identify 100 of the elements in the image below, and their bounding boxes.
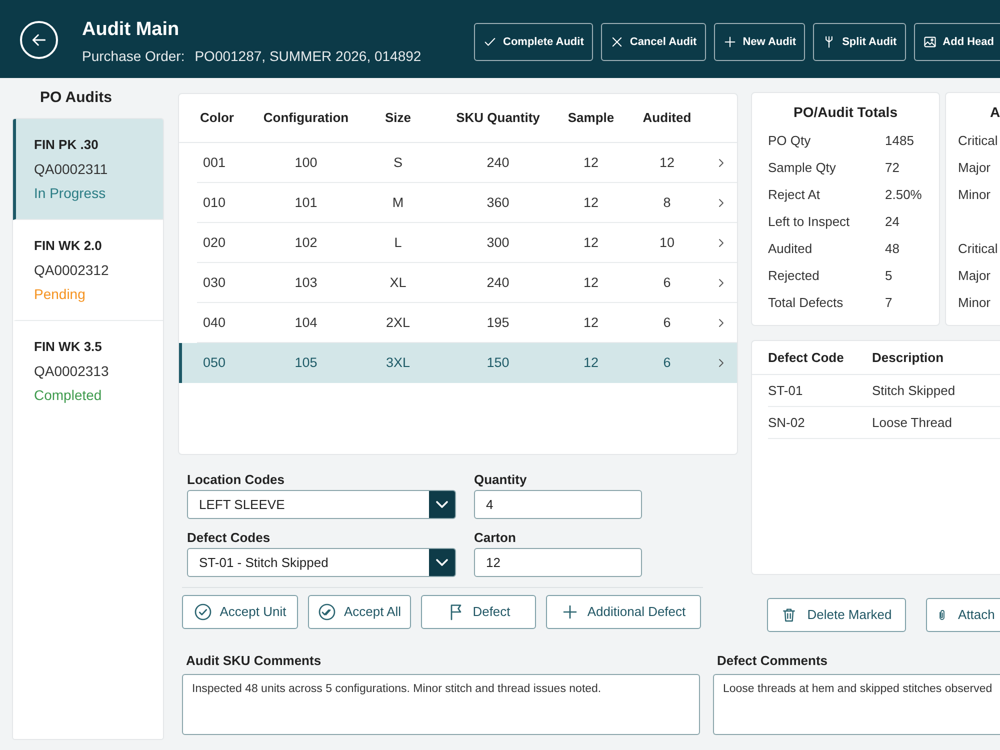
table-cell: 8 bbox=[663, 194, 671, 210]
total-label: Total Defects bbox=[768, 294, 844, 310]
field-label: Defect Codes bbox=[187, 529, 270, 547]
severity-label: Major bbox=[958, 266, 991, 285]
total-value: 1485 bbox=[885, 132, 914, 150]
table-cell: XL bbox=[390, 274, 406, 290]
header-action-button[interactable]: Cancel Audit bbox=[600, 23, 706, 61]
action-button[interactable]: Additional Defect bbox=[546, 595, 701, 629]
table-cell: 2XL bbox=[386, 314, 410, 330]
back-button[interactable] bbox=[20, 21, 58, 59]
audit-name: FIN WK 2.0 bbox=[34, 237, 102, 255]
input-field[interactable]: 4 bbox=[474, 490, 642, 519]
total-label: PO Qty bbox=[768, 132, 811, 148]
trash-icon bbox=[781, 606, 798, 624]
table-cell: 102 bbox=[294, 234, 318, 250]
table-cell: 300 bbox=[486, 234, 510, 250]
severity-label: Critical bbox=[958, 132, 998, 150]
table-cell: S bbox=[393, 154, 402, 170]
audit-number: QA0002313 bbox=[34, 362, 109, 381]
field-label: Quantity bbox=[474, 471, 527, 489]
table-cell: 240 bbox=[486, 154, 510, 170]
table-cell: 12 bbox=[583, 314, 599, 330]
dropdown-field[interactable]: ST-01 - Stitch Skipped bbox=[187, 548, 456, 577]
input-field[interactable]: 12 bbox=[474, 548, 642, 577]
table-cell: ST-01 bbox=[768, 382, 803, 398]
table-cell: SN-02 bbox=[768, 414, 805, 430]
total-value: 24 bbox=[885, 212, 900, 231]
header-action-button[interactable]: Complete Audit bbox=[474, 23, 593, 61]
image-icon bbox=[922, 35, 937, 49]
table-cell: 6 bbox=[663, 274, 671, 290]
table-cell: L bbox=[394, 234, 402, 250]
table-cell: 100 bbox=[294, 154, 318, 170]
audit-list-item[interactable]: FIN PK .30 QA0002311 In Progress bbox=[13, 119, 163, 220]
table-cell: 150 bbox=[486, 355, 510, 370]
table-cell: 001 bbox=[203, 154, 226, 170]
audit-number: QA0002311 bbox=[34, 160, 108, 179]
table-cell: 240 bbox=[486, 274, 510, 290]
action-button[interactable]: Accept Unit bbox=[182, 595, 298, 629]
table-cell: 105 bbox=[294, 355, 318, 370]
column-header: Color bbox=[200, 110, 234, 125]
chevron-down-icon bbox=[429, 549, 455, 576]
field-label: Defect Comments bbox=[716, 653, 828, 669]
header-action-button[interactable]: Add Head bbox=[914, 23, 1000, 61]
field-label: Location Codes bbox=[187, 471, 285, 489]
table-cell: Stitch Skipped bbox=[872, 382, 956, 398]
column-header: Size bbox=[384, 110, 411, 125]
column-header: Configuration bbox=[263, 110, 349, 125]
total-label: Audited bbox=[768, 240, 812, 256]
dropdown-field[interactable]: LEFT SLEEVE bbox=[187, 490, 456, 519]
audit-name: FIN PK .30 bbox=[34, 136, 98, 154]
severity-label: Minor bbox=[958, 294, 991, 312]
table-cell: 040 bbox=[203, 314, 226, 330]
total-label: Sample Qty bbox=[768, 160, 836, 175]
severity-label: Critical bbox=[958, 240, 998, 258]
table-cell: 101 bbox=[294, 194, 318, 210]
table-row[interactable]: 030 103 XL 240 12 6 bbox=[179, 263, 737, 303]
table-cell: 12 bbox=[583, 194, 599, 210]
table-cell: Loose Thread bbox=[872, 414, 952, 430]
field-label: Carton bbox=[474, 529, 516, 547]
column-header: Audited bbox=[642, 110, 692, 125]
table-row[interactable]: 001 100 S 240 12 12 bbox=[179, 143, 737, 183]
header-action-button[interactable]: New Audit bbox=[714, 23, 806, 61]
table-cell: 12 bbox=[659, 154, 675, 170]
action-button[interactable]: Defect bbox=[421, 595, 536, 629]
column-header: SKU Quantity bbox=[456, 110, 540, 125]
page-title: Audit Main bbox=[82, 19, 180, 40]
table-cell: 050 bbox=[203, 355, 226, 370]
table-cell: 12 bbox=[583, 234, 599, 250]
action-button[interactable]: Attach bbox=[926, 598, 1000, 632]
table-row[interactable]: 020 102 L 300 12 10 bbox=[179, 223, 737, 263]
total-label: Rejected bbox=[768, 268, 820, 283]
table-cell: 010 bbox=[203, 194, 226, 210]
header-action-button[interactable]: Split Audit bbox=[813, 23, 906, 61]
table-cell: 10 bbox=[659, 234, 675, 250]
sidebar-title: PO Audits bbox=[40, 88, 112, 108]
audit-status: In Progress bbox=[34, 184, 106, 203]
column-header: Defect Code bbox=[768, 350, 844, 364]
total-value: 72 bbox=[885, 158, 900, 177]
table-cell: 020 bbox=[203, 234, 226, 250]
table-cell: 3XL bbox=[386, 355, 410, 370]
column-header: Sample bbox=[568, 110, 614, 125]
table-cell: 12 bbox=[583, 355, 599, 370]
table-cell: 360 bbox=[486, 194, 510, 210]
comment-field[interactable]: Loose threads at hem and skipped stitches observed bbox=[713, 674, 1000, 735]
action-button[interactable]: Accept All bbox=[308, 595, 411, 629]
comment-field[interactable]: Inspected 48 units across 5 configurations. Minor stitch and thread issues noted. bbox=[182, 674, 700, 735]
table-cell: 030 bbox=[203, 274, 226, 290]
plus-icon bbox=[722, 35, 737, 49]
card-title: A bbox=[990, 102, 1000, 122]
total-label: Left to Inspect bbox=[768, 214, 850, 229]
table-cell: 103 bbox=[294, 274, 318, 290]
check-circle-icon bbox=[194, 603, 212, 621]
audit-name: FIN WK 3.5 bbox=[34, 338, 102, 356]
table-row[interactable]: 010 101 M 360 12 8 bbox=[179, 183, 737, 223]
total-value: 5 bbox=[885, 266, 892, 285]
table-row[interactable]: 050 105 3XL 150 12 6 bbox=[179, 343, 737, 383]
audit-status: Completed bbox=[34, 386, 102, 405]
action-button[interactable]: Delete Marked bbox=[767, 598, 906, 632]
total-value: 7 bbox=[885, 294, 892, 312]
table-cell: 6 bbox=[663, 314, 671, 330]
